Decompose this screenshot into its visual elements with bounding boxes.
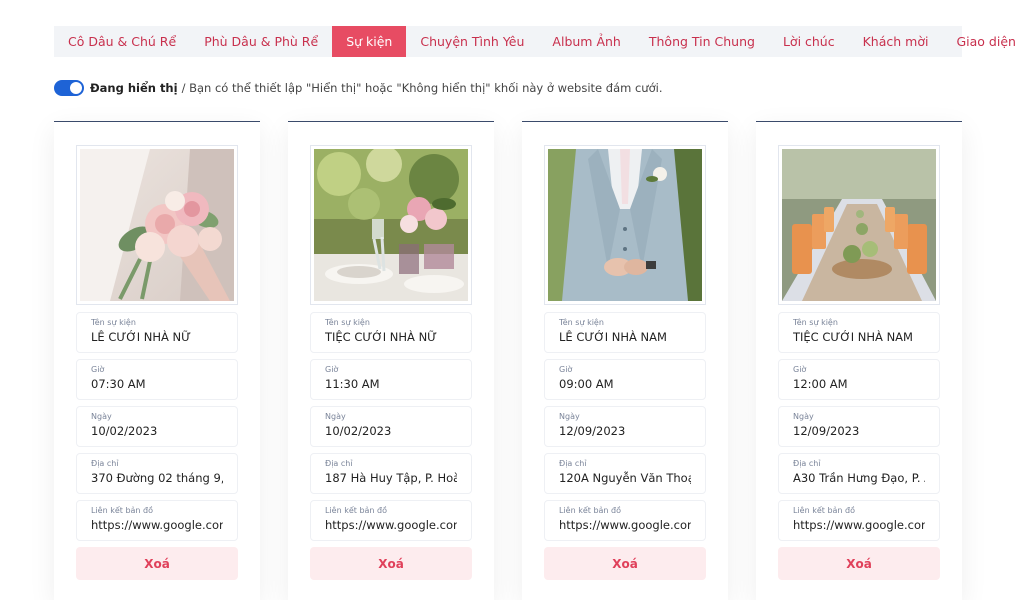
- delete-event-button[interactable]: Xoá: [76, 547, 238, 580]
- event-map-link-value: https://www.google.com,: [325, 518, 457, 532]
- tab-theme[interactable]: Giao diện: [942, 26, 1024, 57]
- event-date-value: 10/02/2023: [325, 424, 392, 438]
- event-address-value: 187 Hà Huy Tập, P. Hoà K: [325, 471, 457, 485]
- event-time-field[interactable]: Giờ 09:00 AM: [544, 359, 706, 400]
- event-name-value: LỄ CƯỚI NHÀ NAM: [559, 330, 667, 344]
- event-address-value: 370 Đường 02 tháng 9, Q: [91, 471, 223, 485]
- event-settings-page: Cô Dâu & Chú Rể Phù Dâu & Phù Rể Sự kiện…: [0, 0, 1024, 600]
- event-photo[interactable]: [544, 145, 706, 305]
- event-photo[interactable]: [76, 145, 238, 305]
- event-time-label: Giờ: [91, 365, 105, 374]
- event-card: Tên sự kiện TIỆC CƯỚI NHÀ NAM Giờ 12:00 …: [756, 121, 962, 600]
- event-date-field[interactable]: Ngày 10/02/2023: [76, 406, 238, 447]
- tab-wishes[interactable]: Lời chúc: [769, 26, 849, 57]
- event-date-label: Ngày: [325, 412, 346, 421]
- event-name-value: TIỆC CƯỚI NHÀ NAM: [793, 330, 913, 344]
- event-name-value: LỄ CƯỚI NHÀ NỮ: [91, 330, 192, 344]
- event-address-value: A30 Trần Hưng Đạo, P. Ar: [793, 471, 925, 485]
- event-time-label: Giờ: [325, 365, 339, 374]
- event-map-link-label: Liên kết bản đồ: [793, 506, 856, 515]
- table-setting-image: [314, 149, 468, 301]
- event-date-value: 12/09/2023: [793, 424, 860, 438]
- event-name-label: Tên sự kiện: [559, 318, 604, 327]
- event-time-field[interactable]: Giờ 11:30 AM: [310, 359, 472, 400]
- delete-event-button[interactable]: Xoá: [778, 547, 940, 580]
- tab-events[interactable]: Sự kiện: [332, 26, 407, 57]
- event-date-value: 12/09/2023: [559, 424, 626, 438]
- event-date-label: Ngày: [793, 412, 814, 421]
- tab-guests[interactable]: Khách mời: [849, 26, 943, 57]
- event-map-link-label: Liên kết bản đồ: [559, 506, 622, 515]
- event-map-link-field[interactable]: Liên kết bản đồ https://www.google.com,: [310, 500, 472, 541]
- bridal-bouquet-image: [80, 149, 234, 301]
- tab-photo-album[interactable]: Album Ảnh: [538, 26, 634, 57]
- event-time-label: Giờ: [559, 365, 573, 374]
- event-date-field[interactable]: Ngày 10/02/2023: [310, 406, 472, 447]
- event-time-value: 12:00 AM: [793, 377, 848, 391]
- groom-suit-image: [548, 149, 702, 301]
- event-name-field[interactable]: Tên sự kiện TIỆC CƯỚI NHÀ NAM: [778, 312, 940, 353]
- event-map-link-label: Liên kết bản đồ: [325, 506, 388, 515]
- event-time-label: Giờ: [793, 365, 807, 374]
- event-map-link-label: Liên kết bản đồ: [91, 506, 154, 515]
- event-name-value: TIỆC CƯỚI NHÀ NỮ: [325, 330, 438, 344]
- event-time-field[interactable]: Giờ 12:00 AM: [778, 359, 940, 400]
- event-date-value: 10/02/2023: [91, 424, 158, 438]
- delete-event-button[interactable]: Xoá: [310, 547, 472, 580]
- banquet-table-image: [782, 149, 936, 301]
- event-time-value: 09:00 AM: [559, 377, 614, 391]
- event-photo[interactable]: [778, 145, 940, 305]
- event-date-label: Ngày: [91, 412, 112, 421]
- event-photo[interactable]: [310, 145, 472, 305]
- event-address-label: Địa chỉ: [91, 459, 119, 468]
- event-time-value: 07:30 AM: [91, 377, 146, 391]
- event-name-field[interactable]: Tên sự kiện LỄ CƯỚI NHÀ NỮ: [76, 312, 238, 353]
- section-tabs: Cô Dâu & Chú Rể Phù Dâu & Phù Rể Sự kiện…: [54, 26, 1016, 57]
- delete-event-button[interactable]: Xoá: [544, 547, 706, 580]
- event-time-field[interactable]: Giờ 07:30 AM: [76, 359, 238, 400]
- event-address-field[interactable]: Địa chỉ A30 Trần Hưng Đạo, P. Ar: [778, 453, 940, 494]
- event-address-label: Địa chỉ: [793, 459, 821, 468]
- event-date-field[interactable]: Ngày 12/09/2023: [544, 406, 706, 447]
- visibility-status: Đang hiển thị: [90, 81, 178, 95]
- tab-bridesmaids-groomsmen[interactable]: Phù Dâu & Phù Rể: [190, 26, 332, 57]
- event-map-link-value: https://www.google.com,: [793, 518, 925, 532]
- tab-love-story[interactable]: Chuyện Tình Yêu: [406, 26, 538, 57]
- event-map-link-value: https://www.google.com,: [559, 518, 691, 532]
- event-name-label: Tên sự kiện: [325, 318, 370, 327]
- event-name-label: Tên sự kiện: [793, 318, 838, 327]
- event-name-label: Tên sự kiện: [91, 318, 136, 327]
- event-address-field[interactable]: Địa chỉ 120A Nguyễn Văn Thoại,: [544, 453, 706, 494]
- tab-general-info[interactable]: Thông Tin Chung: [635, 26, 769, 57]
- visibility-toggle[interactable]: [54, 80, 84, 96]
- event-address-label: Địa chỉ: [559, 459, 587, 468]
- event-date-field[interactable]: Ngày 12/09/2023: [778, 406, 940, 447]
- event-card: Tên sự kiện TIỆC CƯỚI NHÀ NỮ Giờ 11:30 A…: [288, 121, 494, 600]
- event-name-field[interactable]: Tên sự kiện LỄ CƯỚI NHÀ NAM: [544, 312, 706, 353]
- tab-bride-groom[interactable]: Cô Dâu & Chú Rể: [54, 26, 190, 57]
- visibility-description: / Bạn có thể thiết lập "Hiển thị" hoặc "…: [181, 81, 663, 95]
- event-address-label: Địa chỉ: [325, 459, 353, 468]
- event-map-link-field[interactable]: Liên kết bản đồ https://www.google.com,: [76, 500, 238, 541]
- event-time-value: 11:30 AM: [325, 377, 380, 391]
- event-address-value: 120A Nguyễn Văn Thoại,: [559, 471, 691, 485]
- visibility-row: Đang hiển thị / Bạn có thể thiết lập "Hi…: [54, 80, 662, 96]
- event-map-link-field[interactable]: Liên kết bản đồ https://www.google.com,: [778, 500, 940, 541]
- event-address-field[interactable]: Địa chỉ 187 Hà Huy Tập, P. Hoà K: [310, 453, 472, 494]
- event-date-label: Ngày: [559, 412, 580, 421]
- event-card: Tên sự kiện LỄ CƯỚI NHÀ NỮ Giờ 07:30 AM …: [54, 121, 260, 600]
- event-map-link-field[interactable]: Liên kết bản đồ https://www.google.com,: [544, 500, 706, 541]
- event-address-field[interactable]: Địa chỉ 370 Đường 02 tháng 9, Q: [76, 453, 238, 494]
- event-map-link-value: https://www.google.com,: [91, 518, 223, 532]
- toggle-knob: [70, 82, 82, 94]
- event-name-field[interactable]: Tên sự kiện TIỆC CƯỚI NHÀ NỮ: [310, 312, 472, 353]
- event-card: Tên sự kiện LỄ CƯỚI NHÀ NAM Giờ 09:00 AM…: [522, 121, 728, 600]
